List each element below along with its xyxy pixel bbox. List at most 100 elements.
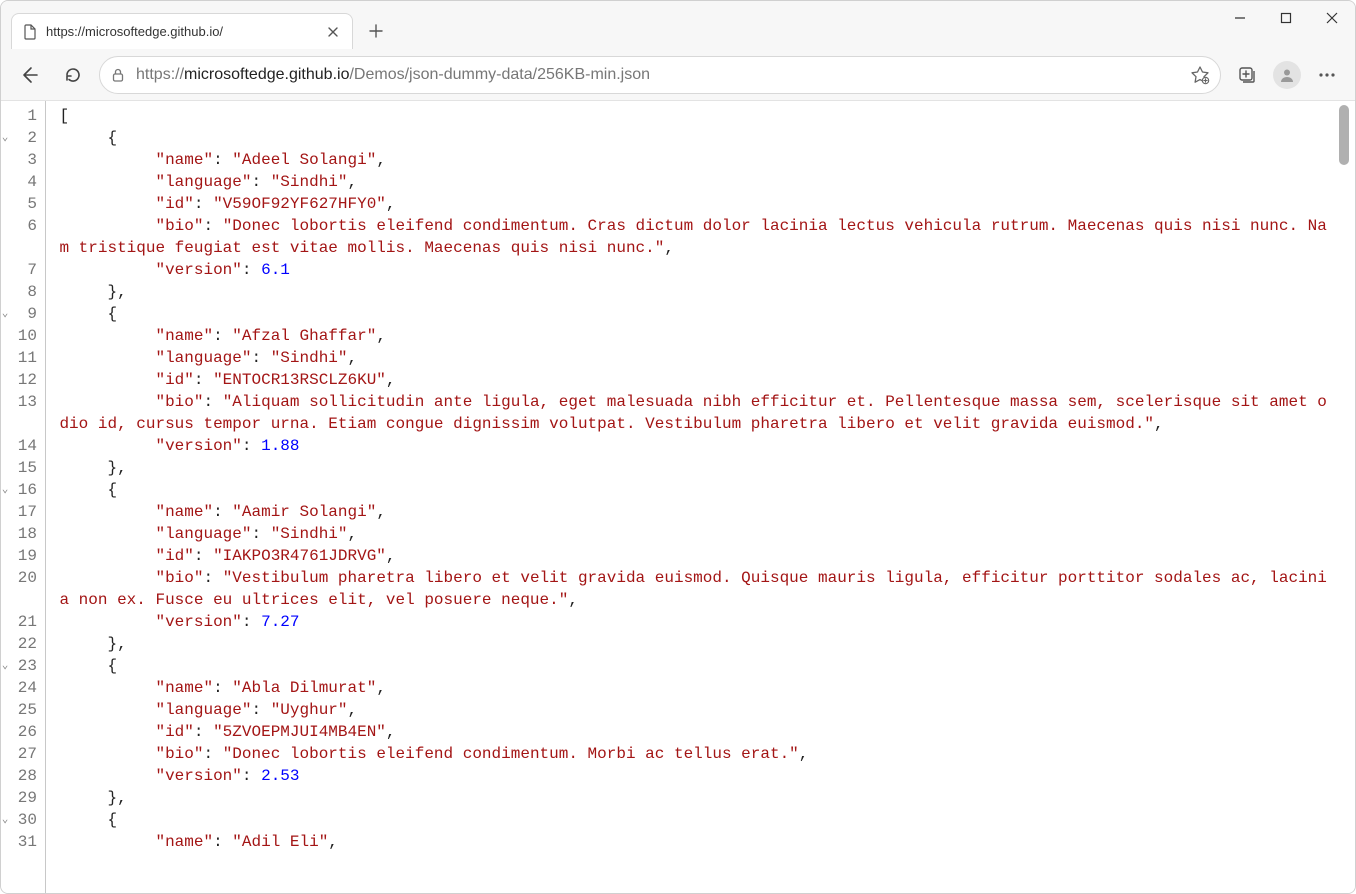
maximize-button[interactable] — [1263, 1, 1309, 35]
lock-icon — [110, 67, 126, 83]
fold-spacer — [1, 325, 9, 347]
close-window-button[interactable] — [1309, 1, 1355, 35]
code-line: "id": "V59OF92YF627HFY0", — [59, 193, 1331, 215]
code-line: "language": "Sindhi", — [59, 171, 1331, 193]
code-line: { — [59, 303, 1331, 325]
fold-toggle[interactable]: ⌄ — [1, 809, 9, 831]
code-line: "id": "5ZVOEPMJUI4MB4EN", — [59, 721, 1331, 743]
line-number: 7 — [9, 259, 37, 281]
code-line: { — [59, 127, 1331, 149]
fold-spacer — [1, 501, 9, 523]
line-number: 3 — [9, 149, 37, 171]
fold-spacer — [1, 611, 9, 633]
code-line: }, — [59, 457, 1331, 479]
browser-tab[interactable]: https://microsoftedge.github.io/ — [11, 13, 353, 49]
fold-spacer — [1, 743, 9, 765]
fold-spacer — [1, 347, 9, 369]
line-number: 2 — [9, 127, 37, 149]
code-line: { — [59, 809, 1331, 831]
code-line: [ — [59, 105, 1331, 127]
url-host: microsoftedge.github.io — [184, 66, 349, 83]
line-number: 17 — [9, 501, 37, 523]
code-line: "id": "ENTOCR13RSCLZ6KU", — [59, 369, 1331, 391]
vertical-scrollbar[interactable] — [1337, 105, 1351, 889]
code-line: "bio": "Donec lobortis eleifend condimen… — [59, 743, 1331, 765]
fold-spacer — [1, 215, 9, 259]
code-line: "id": "IAKPO3R4761JDRVG", — [59, 545, 1331, 567]
fold-spacer — [1, 677, 9, 699]
line-number: 8 — [9, 281, 37, 303]
fold-spacer — [1, 523, 9, 545]
json-viewer: ⌄⌄⌄⌄⌄ 1234567891011121314151617181920212… — [1, 101, 1355, 893]
line-number: 28 — [9, 765, 37, 787]
refresh-button[interactable] — [55, 57, 91, 93]
line-number: 30 — [9, 809, 37, 831]
profile-button[interactable] — [1269, 57, 1305, 93]
fold-gutter[interactable]: ⌄ ⌄ ⌄ ⌄ ⌄ — [1, 101, 9, 893]
fold-spacer — [1, 149, 9, 171]
line-number: 23 — [9, 655, 37, 677]
line-number: 4 — [9, 171, 37, 193]
code-line: "language": "Sindhi", — [59, 523, 1331, 545]
line-number: 22 — [9, 633, 37, 655]
line-number: 26 — [9, 721, 37, 743]
close-tab-button[interactable] — [324, 23, 342, 41]
code-line: }, — [59, 633, 1331, 655]
line-number: 16 — [9, 479, 37, 501]
code-area[interactable]: [ { "name": "Adeel Solangi", "language":… — [59, 101, 1355, 893]
code-line: "name": "Aamir Solangi", — [59, 501, 1331, 523]
collections-button[interactable] — [1229, 57, 1265, 93]
fold-spacer — [1, 391, 9, 435]
page-icon — [22, 24, 38, 40]
line-number: 15 — [9, 457, 37, 479]
code-line: }, — [59, 281, 1331, 303]
code-line: "version": 6.1 — [59, 259, 1331, 281]
fold-spacer — [1, 567, 9, 611]
line-number: 19 — [9, 545, 37, 567]
code-line: "name": "Adil Eli", — [59, 831, 1331, 853]
line-number: 27 — [9, 743, 37, 765]
back-button[interactable] — [11, 57, 47, 93]
code-line: { — [59, 655, 1331, 677]
line-number: 29 — [9, 787, 37, 809]
minimize-button[interactable] — [1217, 1, 1263, 35]
url-path: /Demos/json-dummy-data/256KB-min.json — [349, 66, 650, 83]
line-number: 9 — [9, 303, 37, 325]
fold-toggle[interactable]: ⌄ — [1, 303, 9, 325]
fold-spacer — [1, 281, 9, 303]
url-scheme: https:// — [136, 66, 184, 83]
fold-spacer — [1, 633, 9, 655]
fold-spacer — [1, 721, 9, 743]
new-tab-button[interactable] — [361, 16, 391, 46]
fold-spacer — [1, 259, 9, 281]
code-line: }, — [59, 787, 1331, 809]
code-line: "language": "Sindhi", — [59, 347, 1331, 369]
address-bar[interactable]: https://microsoftedge.github.io/Demos/js… — [99, 56, 1221, 94]
fold-spacer — [1, 699, 9, 721]
line-number: 20 — [9, 567, 37, 611]
fold-toggle[interactable]: ⌄ — [1, 127, 9, 149]
fold-toggle[interactable]: ⌄ — [1, 479, 9, 501]
line-number: 6 — [9, 215, 37, 259]
url-text: https://microsoftedge.github.io/Demos/js… — [136, 66, 1180, 84]
fold-spacer — [1, 457, 9, 479]
line-number: 1 — [9, 105, 37, 127]
code-line: "bio": "Donec lobortis eleifend condimen… — [59, 215, 1331, 259]
code-line: "version": 1.88 — [59, 435, 1331, 457]
line-number-gutter: 1234567891011121314151617181920212223242… — [9, 101, 45, 893]
fold-spacer — [1, 369, 9, 391]
favorite-button[interactable] — [1190, 65, 1210, 85]
window-controls — [1217, 1, 1355, 41]
fold-spacer — [1, 435, 9, 457]
fold-spacer — [1, 193, 9, 215]
tab-strip: https://microsoftedge.github.io/ — [1, 1, 1355, 49]
fold-toggle[interactable]: ⌄ — [1, 655, 9, 677]
line-number: 14 — [9, 435, 37, 457]
scrollbar-thumb[interactable] — [1339, 105, 1349, 165]
fold-spacer — [1, 105, 9, 127]
fold-spacer — [1, 171, 9, 193]
fold-spacer — [1, 765, 9, 787]
settings-menu-button[interactable] — [1309, 57, 1345, 93]
code-line: { — [59, 479, 1331, 501]
tab-title: https://microsoftedge.github.io/ — [46, 24, 316, 39]
